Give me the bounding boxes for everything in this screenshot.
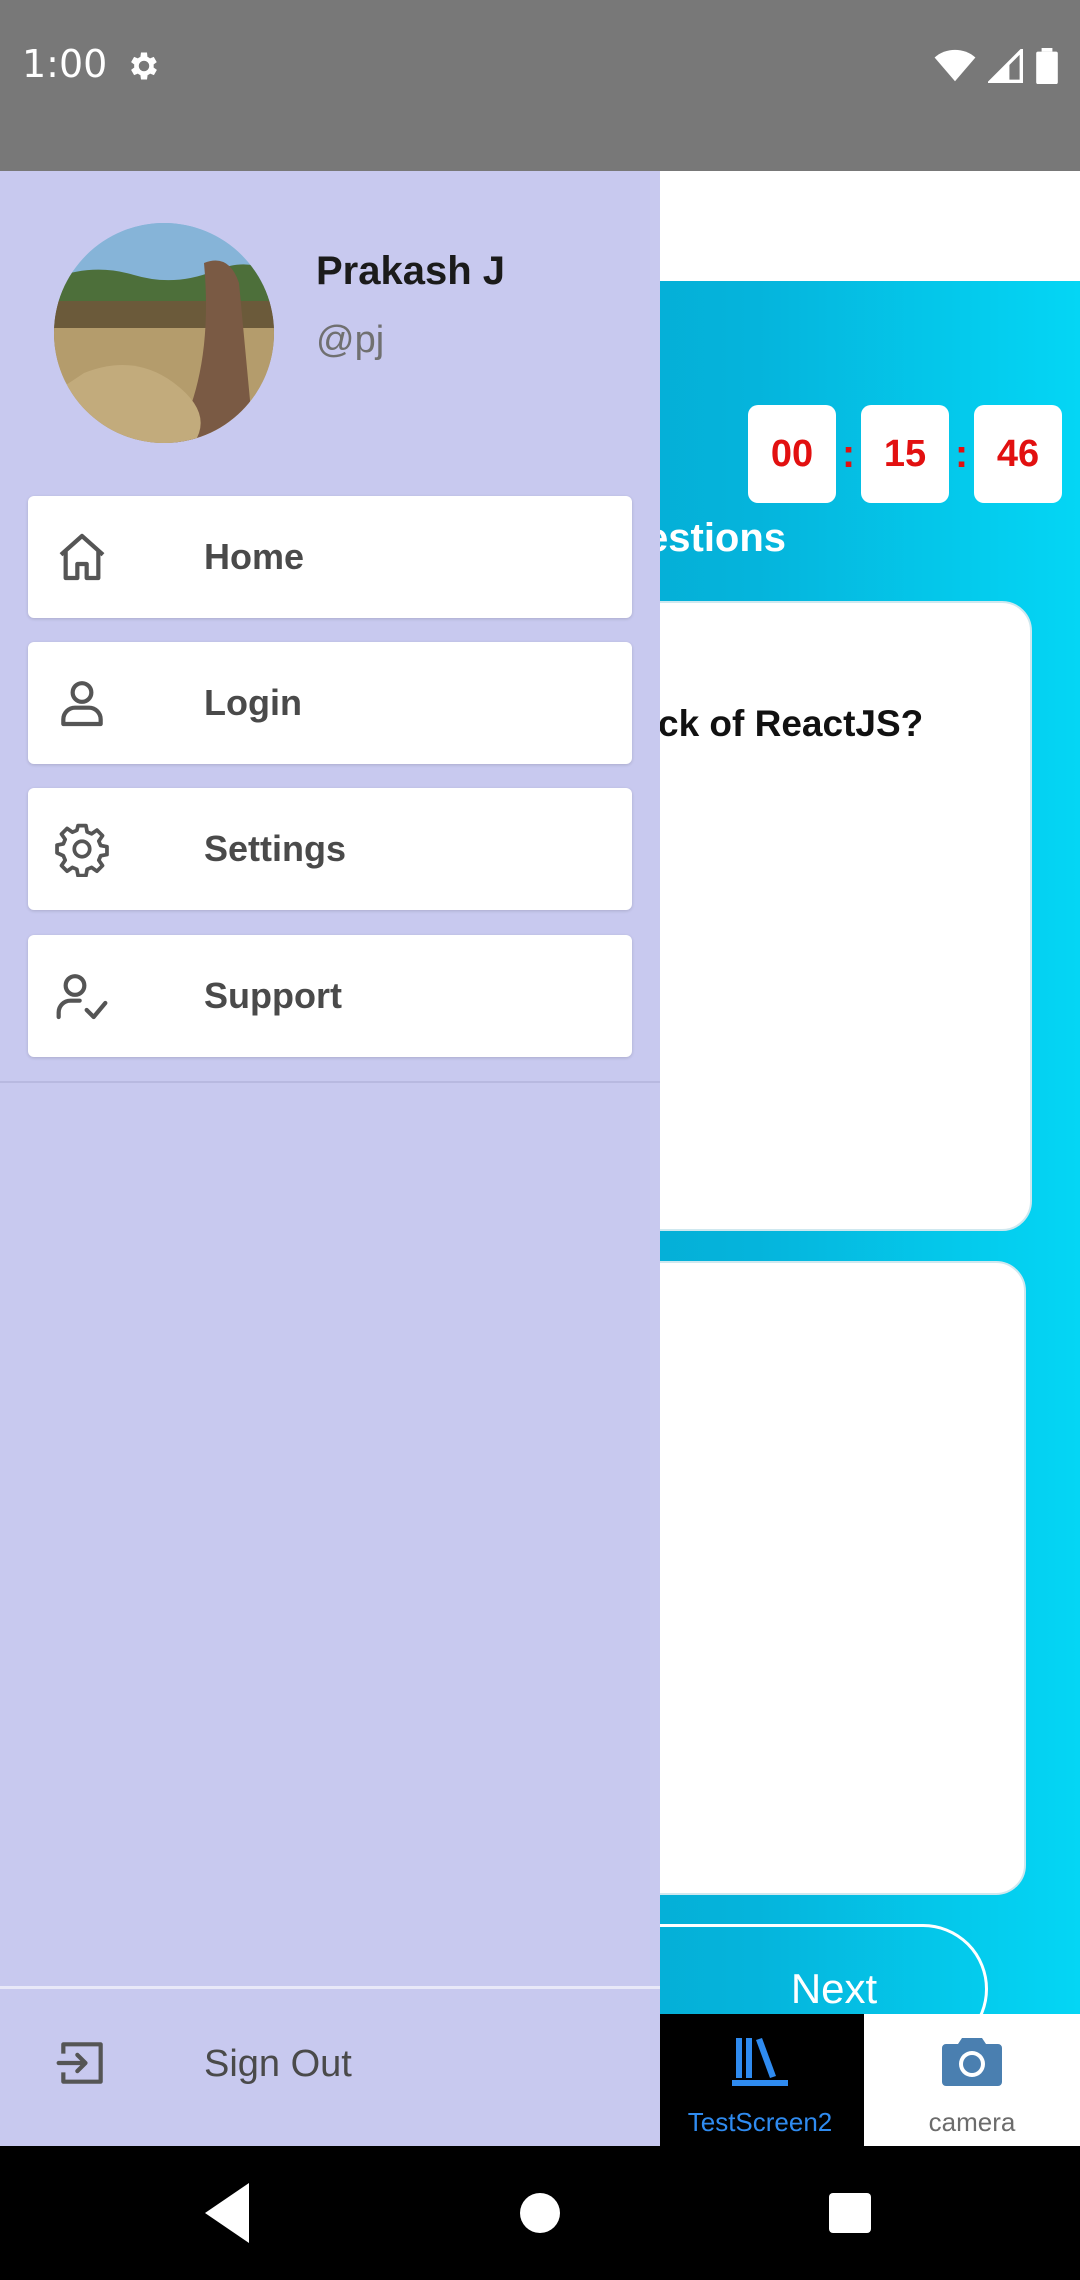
tab-label: TestScreen2 [687,2107,833,2137]
back-icon[interactable] [205,2183,249,2248]
avatar[interactable] [54,223,274,443]
signal-icon [986,46,1024,88]
menu-label: Support [204,975,342,1016]
timer-separator: : [841,431,856,476]
timer-hours: 00 [748,405,836,503]
menu-item-home[interactable]: Home [28,496,632,618]
user-icon [54,675,110,731]
profile-name: Prakash J [316,249,506,293]
sign-out-label: Sign Out [204,2043,352,2085]
menu-label: Home [204,536,305,577]
drawer-divider [0,1081,660,1083]
timer-seconds: 46 [974,405,1062,503]
question-text: ck of ReactJS? [658,703,924,744]
settings-gear-icon [126,48,162,89]
timer-minutes: 15 [861,405,949,503]
timer-separator: : [954,431,969,476]
wifi-icon [934,49,976,88]
sign-out-icon [54,2035,110,2091]
user-check-icon [54,968,110,1024]
tab-camera[interactable]: camera [864,2014,1080,2146]
recents-square-icon[interactable] [828,2183,872,2248]
gear-icon [54,821,110,878]
status-icons [934,46,1058,89]
home-icon [54,529,110,585]
menu-label: Settings [204,828,347,869]
profile-handle: @pj [316,319,385,361]
library-icon [732,2034,788,2093]
home-circle-icon[interactable] [518,2183,562,2248]
menu-item-login[interactable]: Login [28,642,632,764]
sign-out-button[interactable]: Sign Out [0,1989,660,2146]
tab-testscreen2[interactable]: TestScreen2 [656,2014,864,2146]
system-navigation-bar [0,2146,1080,2280]
battery-icon [1036,48,1058,89]
menu-item-support[interactable]: Support [28,935,632,1057]
section-title: estions [646,516,787,560]
camera-icon [942,2034,1002,2093]
status-bar: 1:00 [0,0,1080,171]
status-time: 1:00 [22,42,108,86]
tab-label: camera [928,2107,1016,2137]
navigation-drawer: Prakash J @pj Home Login Settings Suppor… [0,171,660,2146]
menu-item-settings[interactable]: Settings [28,788,632,910]
countdown-timer: 00 : 15 : 46 [748,405,1062,503]
menu-label: Login [204,682,302,723]
